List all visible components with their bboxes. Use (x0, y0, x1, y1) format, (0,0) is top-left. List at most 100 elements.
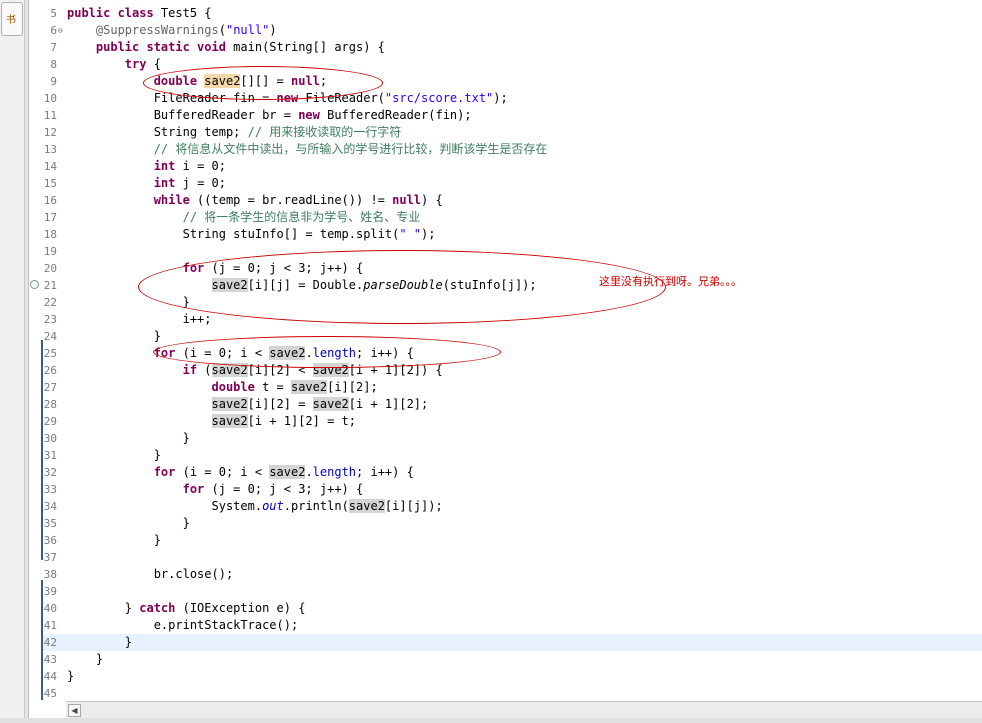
code-line[interactable]: 5 public class Test5 { (43, 5, 982, 22)
code-token: String temp; (67, 125, 248, 139)
code-line[interactable]: 40 } catch (IOException e) { (43, 600, 982, 617)
line-number: 14 (43, 160, 57, 173)
line-number: 17 (43, 211, 57, 224)
code-line[interactable]: 12 String temp; // 用来接收读取的一行字符 (43, 124, 982, 141)
code-line[interactable]: 15 int j = 0; (43, 175, 982, 192)
code-line[interactable]: 13 // 将信息从文件中读出，与所输入的学号进行比较，判断该学生是否存在 (43, 141, 982, 158)
line-number: 36 (43, 534, 57, 547)
code-line[interactable]: 17 // 将一条学生的信息非为学号、姓名、专业 (43, 209, 982, 226)
code-line[interactable]: 30 } (43, 430, 982, 447)
code-token: if (182, 363, 198, 377)
code-line[interactable]: 18 String stuInfo[] = temp.split(" "); (43, 226, 982, 243)
scroll-left-arrow-icon[interactable]: ◀ (68, 704, 81, 717)
code-text: br.close(); (67, 566, 233, 583)
code-token: ) (269, 23, 277, 37)
code-token: String stuInfo[] = temp.split( (67, 227, 400, 241)
code-line[interactable]: 38 br.close(); (43, 566, 982, 583)
code-text: for (i = 0; i < save2.length; i++) { (67, 464, 414, 481)
code-token: { (146, 57, 161, 71)
code-token: try (124, 57, 147, 71)
code-token: ; i++) { (356, 465, 414, 479)
code-token: i = 0; (175, 159, 226, 173)
code-line[interactable]: 7 public static void main(String[] args)… (43, 39, 982, 56)
code-line[interactable]: 14 int i = 0; (43, 158, 982, 175)
line-number: 18 (43, 228, 57, 241)
code-line[interactable]: 32 for (i = 0; i < save2.length; i++) { (43, 464, 982, 481)
code-token: save2 (211, 397, 248, 411)
code-token: while (153, 193, 190, 207)
code-line[interactable]: 31 } (43, 447, 982, 464)
annotation-circle (143, 66, 383, 100)
code-line[interactable]: 33 for (j = 0; j < 3; j++) { (43, 481, 982, 498)
code-token: for (153, 465, 176, 479)
code-text: public class Test5 { (67, 5, 212, 22)
code-text: double t = save2[i][2]; (67, 379, 378, 396)
code-line[interactable]: 39 (43, 583, 982, 600)
code-text: e.printStackTrace(); (67, 617, 299, 634)
code-text: public static void main(String[] args) { (67, 39, 385, 56)
line-number: 32 (43, 466, 57, 479)
code-token: save2 (269, 465, 306, 479)
code-text: @SuppressWarnings("null") (67, 22, 277, 39)
left-side-panel: 书 (0, 0, 25, 723)
code-token: // 用来接收读取的一行字符 (247, 125, 402, 139)
line-number: 37 (43, 551, 57, 564)
code-text: save2[i + 1][2] = t; (67, 413, 356, 430)
side-tab[interactable]: 书 (1, 2, 23, 36)
code-line[interactable]: 45 (43, 685, 982, 702)
code-token: br.close(); (67, 567, 234, 581)
code-line[interactable]: 29 save2[i + 1][2] = t; (43, 413, 982, 430)
bottom-border (0, 718, 982, 723)
horizontal-scrollbar[interactable]: ◀ (66, 701, 982, 718)
code-line[interactable]: 16 while ((temp = br.readLine()) != null… (43, 192, 982, 209)
code-line[interactable]: 44} (43, 668, 982, 685)
code-line[interactable]: 27 double t = save2[i][2]; (43, 379, 982, 396)
code-line[interactable]: 35 } (43, 515, 982, 532)
code-token: save2 (312, 397, 349, 411)
code-token: } (67, 516, 190, 530)
code-text: String temp; // 用来接收读取的一行字符 (67, 124, 402, 141)
line-number: 10 (43, 92, 57, 105)
code-text: BufferedReader br = new BufferedReader(f… (67, 107, 472, 124)
code-line[interactable]: 26 if (save2[i][2] < save2[i + 1][2]) { (43, 362, 982, 379)
code-line[interactable]: 34 System.out.println(save2[i][j]); (43, 498, 982, 515)
line-number: 6 (50, 24, 57, 37)
line-number: 22 (43, 296, 57, 309)
annotation-note: 这里没有执行到呀。兄弟。。。 (599, 275, 742, 288)
code-token: [i][2] = (247, 397, 313, 411)
code-token: (j = 0; j < 3; j++) { (204, 482, 364, 496)
code-line[interactable]: 43 } (43, 651, 982, 668)
code-token: save2 (211, 414, 248, 428)
code-token: // 将信息从文件中读出，与所输入的学号进行比较，判断该学生是否存在 (153, 142, 548, 156)
code-token: i++; (67, 312, 212, 326)
code-token: (i = 0; i < (175, 465, 270, 479)
line-number: 19 (43, 245, 57, 258)
fold-toggle-icon[interactable]: ⊖ (58, 26, 63, 35)
code-token: } (67, 601, 140, 615)
code-line[interactable]: 37 (43, 549, 982, 566)
code-line[interactable]: 42 } (43, 634, 982, 651)
code-token: Test5 { (153, 6, 212, 20)
code-token: j = 0; (175, 176, 226, 190)
code-line[interactable]: 41 e.printStackTrace(); (43, 617, 982, 634)
code-line[interactable]: 28 save2[i][2] = save2[i + 1][2]; (43, 396, 982, 413)
code-text: // 将一条学生的信息非为学号、姓名、专业 (67, 209, 421, 226)
code-token: } (67, 635, 133, 649)
code-line[interactable]: 11 BufferedReader br = new BufferedReade… (43, 107, 982, 124)
code-line[interactable]: 6 ⊖ @SuppressWarnings("null") (43, 22, 982, 39)
line-number: 40 (43, 602, 57, 615)
code-token: (IOException e) { (175, 601, 306, 615)
line-number: 11 (43, 109, 57, 122)
annotation-circle (153, 336, 501, 368)
code-token: . (305, 465, 313, 479)
code-line[interactable]: 36 } (43, 532, 982, 549)
line-number: 20 (43, 262, 57, 275)
code-token: [i + 1][2] = t; (247, 414, 356, 428)
breakpoint-marker-icon[interactable] (30, 280, 39, 289)
